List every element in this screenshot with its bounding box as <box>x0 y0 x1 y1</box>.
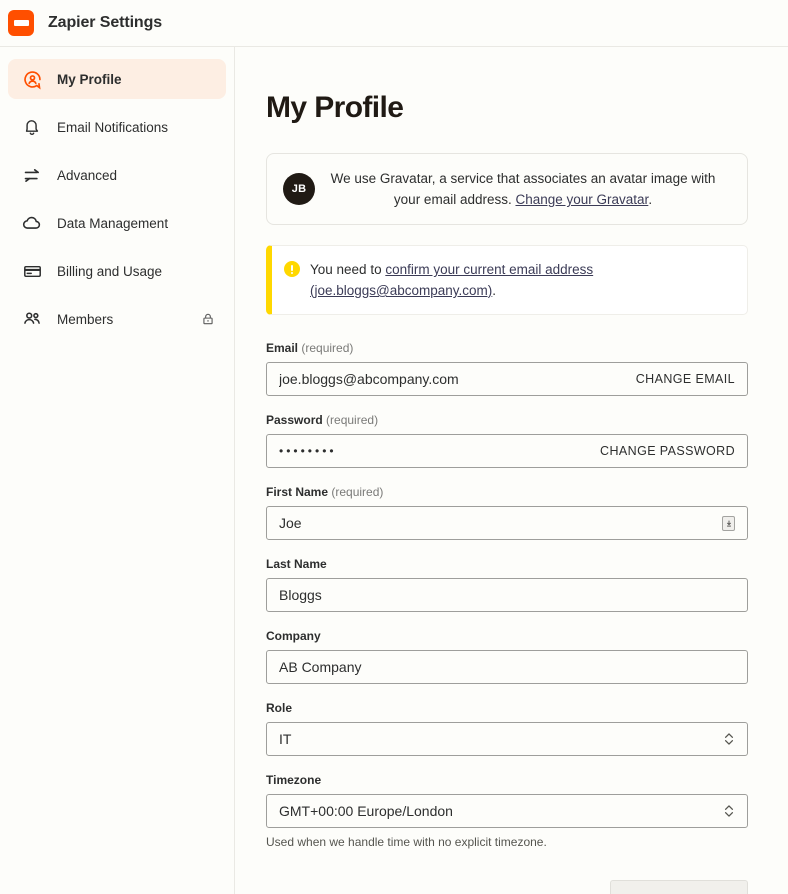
field-email: Email (required) joe.bloggs@abcompany.co… <box>266 341 748 396</box>
sidebar-item-billing-and-usage[interactable]: Billing and Usage <box>8 251 226 291</box>
password-input[interactable]: •••••••• CHANGE PASSWORD <box>266 434 748 468</box>
email-label-text: Email <box>266 341 299 355</box>
zapier-logo-bar <box>13 20 29 26</box>
bell-icon <box>20 115 44 139</box>
last-name-label: Last Name <box>266 557 748 571</box>
sidebar-item-label: My Profile <box>57 71 122 87</box>
last-name-input[interactable]: Bloggs <box>266 578 748 612</box>
sidebar-item-label: Data Management <box>57 215 169 231</box>
body-split: My Profile Email Notifications Advanced <box>0 47 788 894</box>
change-email-button[interactable]: CHANGE EMAIL <box>636 372 735 386</box>
change-password-button[interactable]: CHANGE PASSWORD <box>600 444 735 458</box>
form-footer: Save Changes <box>266 880 748 894</box>
alert-message: You need to confirm your current email a… <box>310 259 733 301</box>
field-last-name: Last Name Bloggs <box>266 557 748 612</box>
last-name-value: Bloggs <box>279 587 322 603</box>
role-value: IT <box>279 731 292 747</box>
field-timezone: Timezone GMT+00:00 Europe/London Used wh… <box>266 773 748 849</box>
password-label: Password (required) <box>266 413 748 427</box>
timezone-help-text: Used when we handle time with no explici… <box>266 835 547 849</box>
company-input[interactable]: AB Company <box>266 650 748 684</box>
autofill-icon[interactable] <box>722 515 735 531</box>
company-label: Company <box>266 629 748 643</box>
chevron-updown-icon <box>723 803 735 819</box>
warning-exclamation-icon <box>284 261 300 277</box>
change-gravatar-link[interactable]: Change your Gravatar <box>515 192 648 207</box>
password-label-text: Password <box>266 413 323 427</box>
lock-icon <box>200 311 216 327</box>
email-required-note: (required) <box>301 341 354 355</box>
role-label-text: Role <box>266 701 293 715</box>
sidebar: My Profile Email Notifications Advanced <box>0 47 235 894</box>
first-name-label-text: First Name <box>266 485 329 499</box>
app-header: Zapier Settings <box>0 0 788 47</box>
chevron-updown-icon <box>723 731 735 747</box>
role-select[interactable]: IT <box>266 722 748 756</box>
sidebar-item-label: Advanced <box>57 167 118 183</box>
company-value: AB Company <box>279 659 362 675</box>
sidebar-item-email-notifications[interactable]: Email Notifications <box>8 107 226 147</box>
save-changes-button[interactable]: Save Changes <box>610 880 748 894</box>
sliders-icon <box>20 163 44 187</box>
user-circle-icon <box>20 67 44 91</box>
field-role: Role IT <box>266 701 748 756</box>
credit-card-icon <box>20 259 44 283</box>
sidebar-item-advanced[interactable]: Advanced <box>8 155 226 195</box>
sidebar-item-my-profile[interactable]: My Profile <box>8 59 226 99</box>
sidebar-item-label: Members <box>57 311 114 327</box>
alert-text-after: . <box>492 283 497 298</box>
first-name-label: First Name (required) <box>266 485 748 499</box>
app-title: Zapier Settings <box>48 14 163 31</box>
timezone-select[interactable]: GMT+00:00 Europe/London <box>266 794 748 828</box>
timezone-label-text: Timezone <box>266 773 322 787</box>
sidebar-item-label: Billing and Usage <box>57 263 163 279</box>
sidebar-item-label: Email Notifications <box>57 119 169 135</box>
field-first-name: First Name (required) Joe <box>266 485 748 540</box>
company-label-text: Company <box>266 629 321 643</box>
cloud-icon <box>20 211 44 235</box>
role-label: Role <box>266 701 748 715</box>
last-name-label-text: Last Name <box>266 557 327 571</box>
gravatar-description: We use Gravatar, a service that associat… <box>315 168 731 210</box>
password-required-note: (required) <box>326 413 379 427</box>
avatar: JB <box>283 173 315 205</box>
first-name-required-note: (required) <box>331 485 384 499</box>
timezone-label: Timezone <box>266 773 748 787</box>
alert-text-before: You need to <box>310 262 386 277</box>
password-value: •••••••• <box>279 444 337 458</box>
email-input[interactable]: joe.bloggs@abcompany.com CHANGE EMAIL <box>266 362 748 396</box>
email-value: joe.bloggs@abcompany.com <box>279 371 459 387</box>
field-password: Password (required) •••••••• CHANGE PASS… <box>266 413 748 468</box>
gravatar-text-after: . <box>648 192 653 207</box>
page-title: My Profile <box>266 91 404 124</box>
field-company: Company AB Company <box>266 629 748 684</box>
sidebar-item-data-management[interactable]: Data Management <box>8 203 226 243</box>
users-icon <box>20 307 44 331</box>
gravatar-card: JB We use Gravatar, a service that assoc… <box>266 153 748 225</box>
timezone-value: GMT+00:00 Europe/London <box>279 803 453 819</box>
first-name-value: Joe <box>279 515 302 531</box>
sidebar-item-members[interactable]: Members <box>8 299 226 339</box>
main-content: My Profile JB We use Gravatar, a service… <box>235 47 788 894</box>
first-name-input[interactable]: Joe <box>266 506 748 540</box>
zapier-logo-icon[interactable] <box>8 10 34 36</box>
confirm-email-alert: You need to confirm your current email a… <box>266 245 748 315</box>
email-label: Email (required) <box>266 341 748 355</box>
